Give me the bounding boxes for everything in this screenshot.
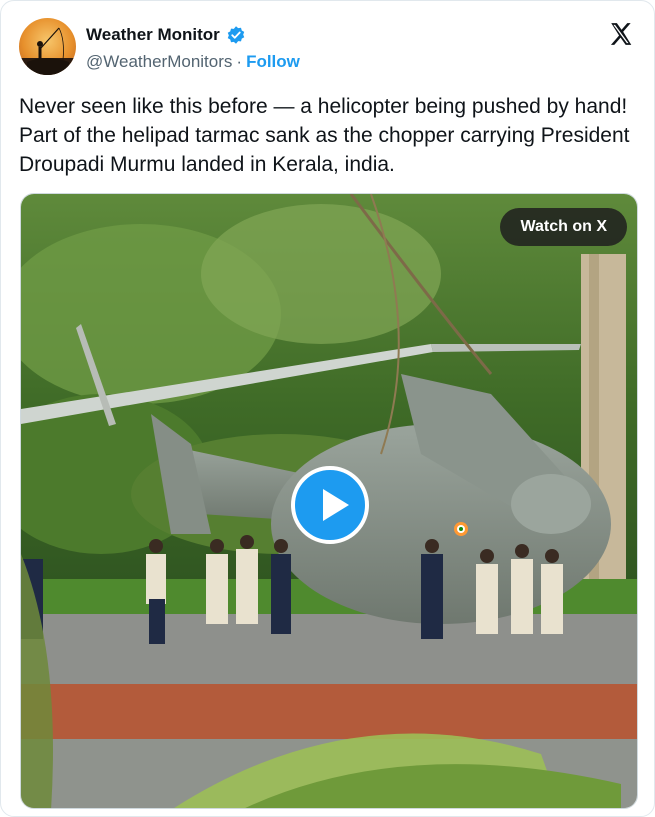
play-icon[interactable]: [291, 466, 369, 544]
author-handle[interactable]: @WeatherMonitors: [86, 52, 232, 72]
tweet-text: Never seen like this before — a helicopt…: [19, 95, 630, 176]
author-name[interactable]: Weather Monitor: [86, 25, 220, 45]
author-avatar[interactable]: [19, 18, 76, 75]
x-logo-icon[interactable]: [608, 21, 634, 47]
verified-badge-icon: [227, 26, 245, 44]
follow-button[interactable]: Follow: [246, 52, 300, 72]
video-player[interactable]: Watch on X: [20, 193, 638, 809]
watch-on-x-button[interactable]: Watch on X: [500, 208, 627, 246]
tweet-card: Weather Monitor @WeatherMonitors · Follo…: [0, 0, 655, 817]
handle-separator: ·: [236, 52, 243, 71]
